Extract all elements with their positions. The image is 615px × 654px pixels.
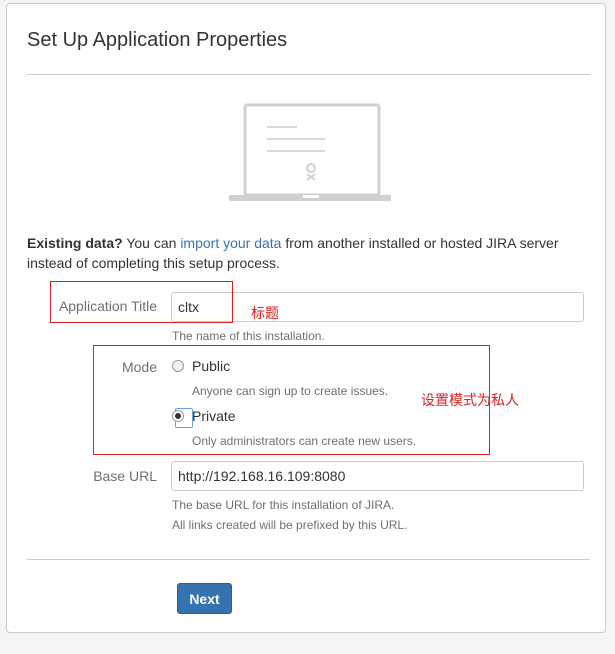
divider [27,74,590,75]
next-button[interactable]: Next [177,583,232,614]
title-annotation-text: 标题 [251,306,279,322]
title-annotation-box [50,281,233,323]
existing-data-text-before: You can [122,235,181,251]
app-title-description: The name of this installation. [172,329,325,343]
base-url-description: The base URL for this installation of JI… [172,498,395,512]
page-title: Set Up Application Properties [27,29,288,51]
base-url-label: Base URL [93,468,157,484]
laptop-illustration-icon [229,103,391,201]
existing-data-note: Existing data? You can import your data … [27,233,592,273]
base-url-input[interactable] [171,461,584,491]
base-url-description-2: All links created will be prefixed by th… [172,518,408,532]
existing-data-lead: Existing data? [27,235,123,251]
divider [27,559,590,560]
import-data-link[interactable]: import your data [180,235,281,251]
mode-annotation-text: 设置模式为私人 [421,393,519,409]
